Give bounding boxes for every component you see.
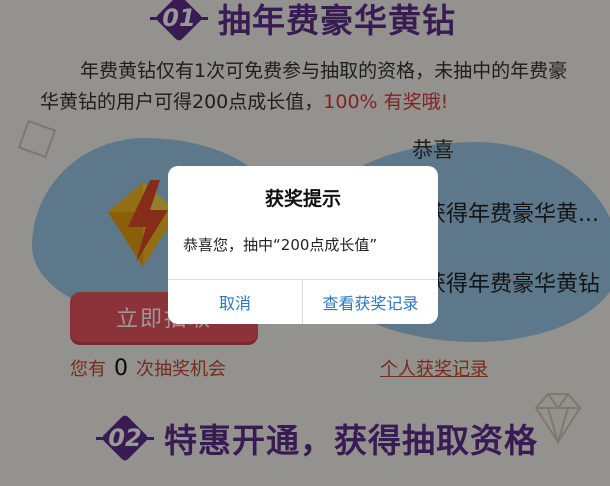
prize-dialog: 获奖提示 恭喜您，抽中“200点成长值” 取消 查看获奖记录	[168, 166, 438, 324]
dialog-actions: 取消 查看获奖记录	[168, 279, 438, 324]
cancel-button[interactable]: 取消	[168, 280, 303, 324]
view-prize-record-button[interactable]: 查看获奖记录	[303, 280, 438, 324]
dialog-title: 获奖提示	[264, 188, 341, 210]
dialog-message: 恭喜您，抽中“200点成长值”	[183, 236, 378, 254]
